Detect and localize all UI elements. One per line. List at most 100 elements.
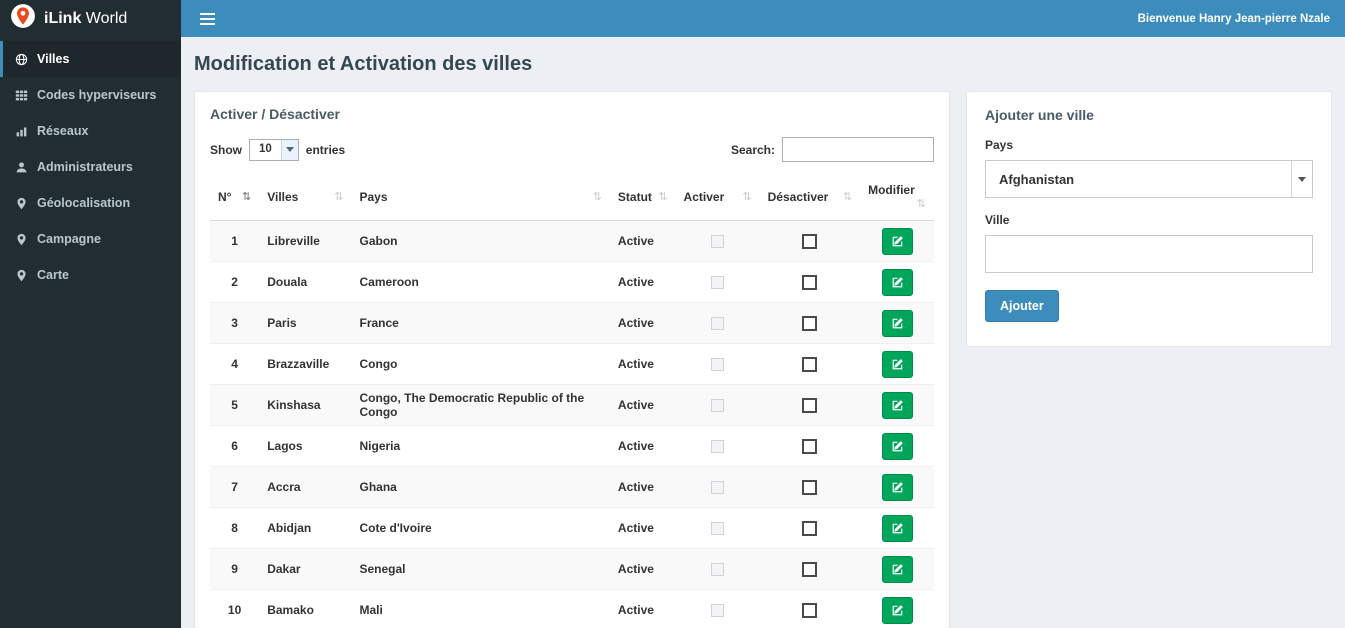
user-icon xyxy=(14,160,28,174)
table-row: 4 Brazzaville Congo Active xyxy=(210,343,934,385)
modifier-button[interactable] xyxy=(881,309,913,337)
modifier-button[interactable] xyxy=(881,350,913,378)
table-controls: Show 10 entries Search: xyxy=(210,137,934,162)
modifier-button[interactable] xyxy=(881,268,913,296)
modifier-cell xyxy=(860,384,934,426)
column-label: Activer xyxy=(683,189,725,204)
entries-label: entries xyxy=(305,142,346,157)
activer-cell xyxy=(675,343,760,385)
pays-select[interactable]: Afghanistan xyxy=(985,160,1313,198)
pays-cell: Congo xyxy=(351,343,610,385)
modifier-cell xyxy=(860,220,934,262)
desactiver-checkbox[interactable] xyxy=(802,561,818,577)
modifier-button[interactable] xyxy=(881,391,913,419)
activer-checkbox xyxy=(711,235,725,249)
ville-input[interactable] xyxy=(985,235,1313,273)
pays-cell: Mali xyxy=(351,589,610,628)
row-number-cell: 7 xyxy=(210,466,260,508)
edit-pencil-icon xyxy=(891,440,904,453)
ville-label: Ville xyxy=(985,213,1010,227)
search-control: Search: xyxy=(731,137,934,162)
statut-cell: Active xyxy=(609,384,676,426)
modifier-button[interactable] xyxy=(881,227,913,255)
brand-logo[interactable]: iLink World xyxy=(0,0,181,37)
activer-cell xyxy=(675,384,760,426)
sidebar-item-codes-hyperviseurs[interactable]: Codes hyperviseurs xyxy=(0,77,181,113)
activer-cell xyxy=(675,466,760,508)
edit-pencil-icon xyxy=(891,317,904,330)
ville-cell: Lagos xyxy=(259,425,352,467)
modifier-button[interactable] xyxy=(881,432,913,460)
navbar: Bienvenue Hanry Jean-pierre Nzale xyxy=(181,0,1345,37)
sidebar-toggle-button[interactable] xyxy=(196,8,218,30)
desactiver-cell xyxy=(759,507,861,549)
activer-checkbox xyxy=(711,358,725,372)
desactiver-checkbox[interactable] xyxy=(802,274,818,290)
ville-cell: Dakar xyxy=(259,548,352,590)
show-label: Show xyxy=(210,142,242,157)
activer-cell xyxy=(675,261,760,303)
page-length-select[interactable]: 10 xyxy=(249,138,299,161)
sidebar-item-villes[interactable]: Villes xyxy=(0,41,181,77)
pays-cell: Gabon xyxy=(351,220,610,262)
column-label: Villes xyxy=(267,189,299,204)
column-label: Désactiver xyxy=(767,189,829,204)
sidebar-item-carte[interactable]: Carte xyxy=(0,257,181,293)
column-header-1[interactable]: Villes ⇅ xyxy=(259,174,352,221)
column-header-0[interactable]: N° ⇅ xyxy=(210,174,260,221)
table-row: 6 Lagos Nigeria Active xyxy=(210,425,934,467)
pays-cell: Cote d'Ivoire xyxy=(351,507,610,549)
edit-pencil-icon xyxy=(891,358,904,371)
column-header-3[interactable]: Statut ⇅ xyxy=(609,174,676,221)
welcome-text: Bienvenue Hanry Jean-pierre Nzale xyxy=(1137,12,1330,25)
modifier-button[interactable] xyxy=(881,514,913,542)
statut-cell: Active xyxy=(609,343,676,385)
modifier-cell xyxy=(860,589,934,628)
pays-cell: Cameroon xyxy=(351,261,610,303)
modifier-button[interactable] xyxy=(881,555,913,583)
desactiver-checkbox[interactable] xyxy=(802,520,818,536)
sidebar-item-reseaux[interactable]: Réseaux xyxy=(0,113,181,149)
sidebar-item-administrateurs[interactable]: Administrateurs xyxy=(0,149,181,185)
sidebar-item-label: Campagne xyxy=(37,232,101,246)
desactiver-cell xyxy=(759,261,861,303)
pays-cell: Nigeria xyxy=(351,425,610,467)
search-label: Search: xyxy=(730,142,775,157)
ajouter-button[interactable]: Ajouter xyxy=(985,290,1059,322)
column-header-5[interactable]: Désactiver ⇅ xyxy=(759,174,861,221)
row-number-cell: 10 xyxy=(210,589,260,628)
modifier-cell xyxy=(860,302,934,344)
statut-cell: Active xyxy=(609,220,676,262)
desactiver-checkbox[interactable] xyxy=(802,315,818,331)
ville-cell: Paris xyxy=(259,302,352,344)
sidebar-item-geolocalisation[interactable]: Géolocalisation xyxy=(0,185,181,221)
column-header-2[interactable]: Pays ⇅ xyxy=(351,174,610,221)
desactiver-checkbox[interactable] xyxy=(802,438,818,454)
ilink-world-logo-icon xyxy=(10,3,36,34)
activer-cell xyxy=(675,425,760,467)
row-number-cell: 2 xyxy=(210,261,260,303)
desactiver-checkbox[interactable] xyxy=(802,397,818,413)
statut-cell: Active xyxy=(609,261,676,303)
desactiver-cell xyxy=(759,343,861,385)
activer-checkbox xyxy=(711,563,725,577)
column-header-4[interactable]: Activer ⇅ xyxy=(675,174,760,221)
modifier-cell xyxy=(860,466,934,508)
sidebar-item-label: Codes hyperviseurs xyxy=(37,88,157,102)
search-input[interactable] xyxy=(782,137,934,162)
sidebar-item-label: Réseaux xyxy=(37,124,89,138)
desactiver-checkbox[interactable] xyxy=(802,233,818,249)
column-header-6[interactable]: Modifier ⇅ xyxy=(860,174,934,221)
modifier-button[interactable] xyxy=(881,596,913,624)
desactiver-checkbox[interactable] xyxy=(802,356,818,372)
modifier-button[interactable] xyxy=(881,473,913,501)
edit-pencil-icon xyxy=(891,399,904,412)
villes-table: N° ⇅ Villes ⇅ Pays ⇅ Statut ⇅ Activer ⇅ Désactiver… xyxy=(210,174,934,628)
activer-checkbox xyxy=(711,399,725,413)
sidebar-item-label: Administrateurs xyxy=(37,160,133,174)
desactiver-checkbox[interactable] xyxy=(802,479,818,495)
column-label: N° xyxy=(218,189,232,204)
sidebar-item-campagne[interactable]: Campagne xyxy=(0,221,181,257)
desactiver-checkbox[interactable] xyxy=(802,602,818,618)
app-window: iLink World Bienvenue Hanry Jean-pierre … xyxy=(0,0,1345,628)
